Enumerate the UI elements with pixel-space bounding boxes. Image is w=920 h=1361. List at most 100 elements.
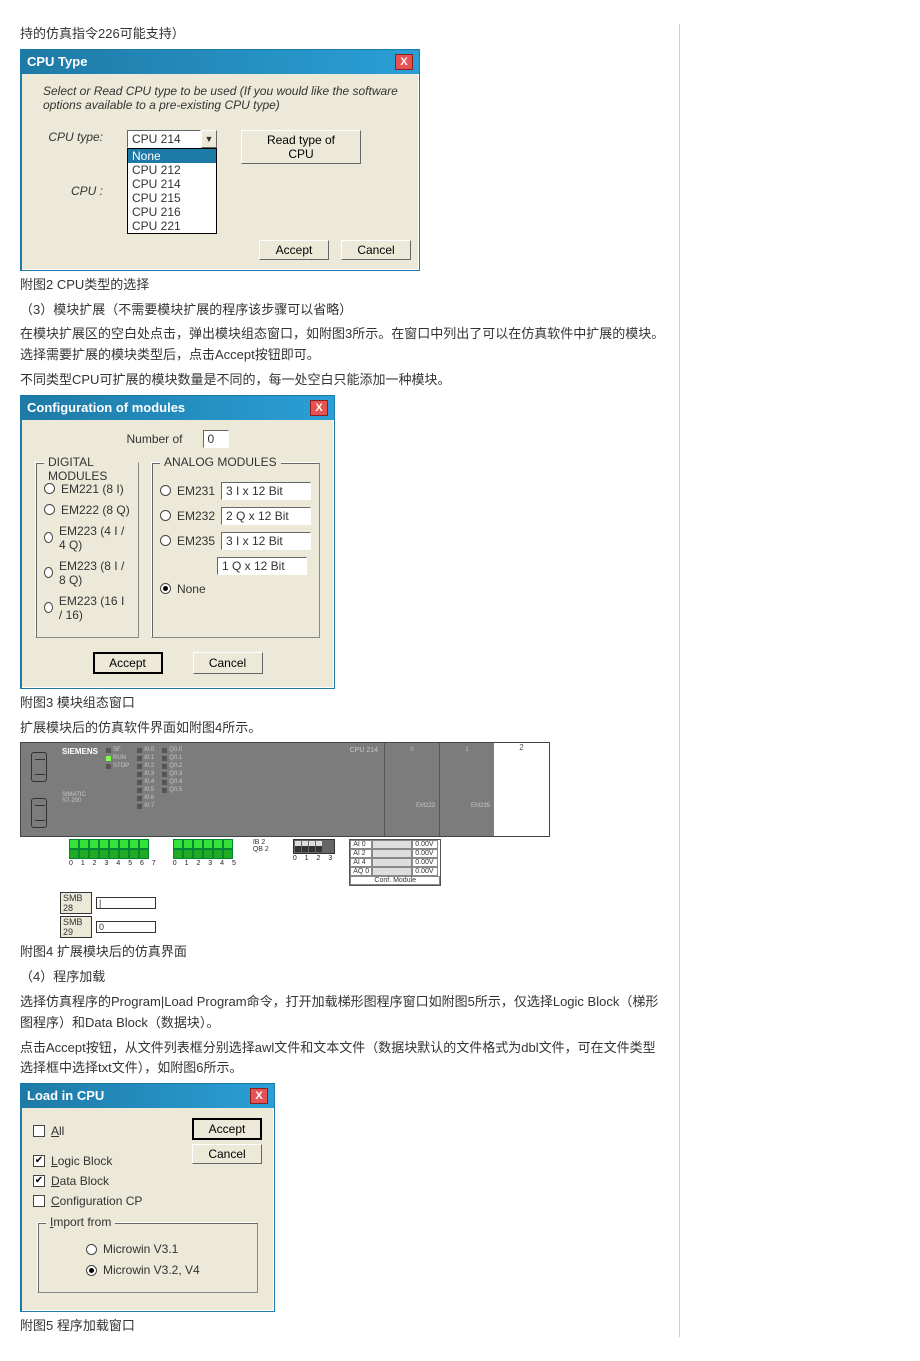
accept-button[interactable]: Accept <box>93 652 163 674</box>
analog-module-radio[interactable]: 1 Q x 12 Bit <box>160 557 311 575</box>
cpu-name: CPU 214 <box>350 747 378 754</box>
digital-modules-group: DIGITAL MODULES EM221 (8 I)EM222 (8 Q)EM… <box>35 462 139 638</box>
close-icon[interactable]: X <box>395 54 413 70</box>
slot-index: 1 <box>444 747 490 753</box>
slot-index: 0 <box>389 747 435 753</box>
radio-label: Microwin V3.1 <box>103 1242 178 1256</box>
status-leds: SF RUN STOP <box>106 747 129 832</box>
digital-module-radio[interactable]: EM221 (8 I) <box>44 482 130 496</box>
radio-icon[interactable] <box>160 535 171 546</box>
module-desc: 1 Q x 12 Bit <box>217 557 307 575</box>
close-icon[interactable]: X <box>250 1088 268 1104</box>
data-block-checkbox-row[interactable]: Data Block <box>33 1174 142 1188</box>
logic-block-checkbox-row[interactable]: Logic Block <box>33 1154 142 1168</box>
analog-module-radio[interactable]: EM235 3 I x 12 Bit <box>160 532 311 550</box>
radio-label: Microwin V3.2, V4 <box>103 1263 200 1277</box>
module-name: EM235 <box>444 803 490 809</box>
smb-value[interactable]: | <box>96 897 156 909</box>
input-terminals[interactable]: 0 1 2 3 4 5 6 7 <box>69 839 159 886</box>
input-leds: I0.0I0.1I0.2 I0.3I0.4I0.5 I0.6I0.7 <box>137 747 154 832</box>
module-slot-0[interactable]: 0 EM223 <box>384 743 439 836</box>
cancel-button[interactable]: Cancel <box>192 1144 262 1164</box>
checkbox-icon[interactable] <box>33 1175 45 1187</box>
close-icon[interactable]: X <box>310 400 328 416</box>
radio-icon[interactable] <box>44 567 53 578</box>
output-terminals[interactable]: 0 1 2 3 4 5 <box>173 839 239 886</box>
module-desc: 3 I x 12 Bit <box>221 532 311 550</box>
radio-icon[interactable] <box>44 483 55 494</box>
module-slot-empty[interactable]: 2 <box>494 743 549 836</box>
radio-icon[interactable] <box>160 583 171 594</box>
module-label: EM223 (16 I / 16) <box>59 594 130 622</box>
qb-label: QB 2 <box>253 846 269 853</box>
digital-group-title: DIGITAL MODULES <box>44 455 138 483</box>
module-config-dialog: Configuration of modules X Number of 0 D… <box>20 395 335 689</box>
paragraph: 选择仿真程序的Program|Load Program命令，打开加载梯形图程序窗… <box>20 992 665 1034</box>
digital-module-radio[interactable]: EM223 (8 I / 8 Q) <box>44 559 130 587</box>
cpu-ports <box>21 743 56 836</box>
accept-button[interactable]: Accept <box>259 240 329 260</box>
analog-io-table[interactable]: AI 00.00VAI 20.00VAI 40.00VAQ 00.00VConf… <box>349 839 441 886</box>
checkbox-icon[interactable] <box>33 1195 45 1207</box>
radio-icon[interactable] <box>44 504 55 515</box>
figure-caption: 附图4 扩展模块后的仿真界面 <box>20 942 665 963</box>
read-cpu-button[interactable]: Read type of CPU <box>241 130 361 164</box>
module-label: EM223 (8 I / 8 Q) <box>59 559 130 587</box>
checkbox-icon[interactable] <box>33 1125 45 1137</box>
cpu-type-option[interactable]: CPU 212 <box>128 163 216 177</box>
radio-icon[interactable] <box>86 1244 97 1255</box>
analog-module-radio[interactable]: EM2322 Q x 12 Bit <box>160 507 311 525</box>
paragraph: 点击Accept按钮，从文件列表框分别选择awl文件和文本文件（数据块默认的文件… <box>20 1038 665 1080</box>
number-of-label: Number of <box>126 432 182 446</box>
module-name: EM223 <box>389 803 435 809</box>
microwin-v31-radio[interactable]: Microwin V3.1 <box>86 1242 249 1256</box>
dialog-title: Load in CPU <box>27 1084 104 1108</box>
radio-icon[interactable] <box>44 602 53 613</box>
config-cp-checkbox-row[interactable]: Configuration CP <box>33 1194 142 1208</box>
dialog-title: Configuration of modules <box>27 396 185 420</box>
accept-button[interactable]: Accept <box>192 1118 262 1140</box>
smb-value[interactable]: 0 <box>96 921 156 933</box>
radio-icon[interactable] <box>86 1265 97 1276</box>
paragraph: 不同类型CPU可扩展的模块数量是不同的，每一处空白只能添加一种模块。 <box>20 370 665 391</box>
import-from-group: Import from Microwin V3.1 Microwin V3.2,… <box>37 1222 258 1293</box>
import-from-title: Import from <box>46 1215 115 1229</box>
digital-module-radio[interactable]: EM223 (4 I / 4 Q) <box>44 524 130 552</box>
cpu-type-dialog: CPU Type X Select or Read CPU type to be… <box>20 49 420 271</box>
conf-module-button[interactable]: Conf. Module <box>350 876 440 885</box>
chevron-down-icon[interactable]: ▼ <box>201 130 217 148</box>
dip-numbers: 0 1 2 3 <box>293 855 335 862</box>
smb-label: SMB 28 <box>60 892 92 914</box>
module-slot-1[interactable]: 1 EM235 <box>439 743 494 836</box>
cpu-type-option[interactable]: CPU 214 <box>128 177 216 191</box>
dip-switches[interactable]: 0 1 2 3 <box>293 839 335 886</box>
cancel-button[interactable]: Cancel <box>341 240 411 260</box>
digital-module-radio[interactable]: EM223 (16 I / 16) <box>44 594 130 622</box>
figure-caption: 附图5 程序加载窗口 <box>20 1316 665 1337</box>
figure-caption: 附图2 CPU类型的选择 <box>20 275 665 296</box>
digital-module-radio[interactable]: EM222 (8 Q) <box>44 503 130 517</box>
figure-caption: 附图3 模块组态窗口 <box>20 693 665 714</box>
analog-group-title: ANALOG MODULES <box>160 455 281 469</box>
cpu-type-option[interactable]: CPU 216 <box>128 205 216 219</box>
checkbox-icon[interactable] <box>33 1155 45 1167</box>
cpu-type-option[interactable]: CPU 215 <box>128 191 216 205</box>
microwin-v32-radio[interactable]: Microwin V3.2, V4 <box>86 1263 249 1277</box>
cancel-button[interactable]: Cancel <box>193 652 263 674</box>
cpu-type-dropdown[interactable]: NoneCPU 212CPU 214CPU 215CPU 216CPU 221 <box>127 148 217 234</box>
all-checkbox-row[interactable]: All <box>33 1124 142 1138</box>
cpu-type-combobox[interactable]: CPU 214 ▼ <box>127 130 217 148</box>
analog-module-radio[interactable]: EM2313 I x 12 Bit <box>160 482 311 500</box>
smb-label: SMB 29 <box>60 916 92 938</box>
module-desc: 3 I x 12 Bit <box>221 482 311 500</box>
cpu-type-option[interactable]: CPU 221 <box>128 219 216 233</box>
none-radio-row[interactable]: None <box>160 582 311 596</box>
port-icon <box>31 752 47 782</box>
module-label: EM235 <box>177 534 215 548</box>
cpu-type-option[interactable]: None <box>128 149 216 163</box>
module-desc: 2 Q x 12 Bit <box>221 507 311 525</box>
radio-icon[interactable] <box>160 510 171 521</box>
plc-rack-view: SIEMENS SIMATIC S7-200 SF RUN STOP I0.0I… <box>20 742 550 938</box>
radio-icon[interactable] <box>160 485 171 496</box>
radio-icon[interactable] <box>44 532 53 543</box>
